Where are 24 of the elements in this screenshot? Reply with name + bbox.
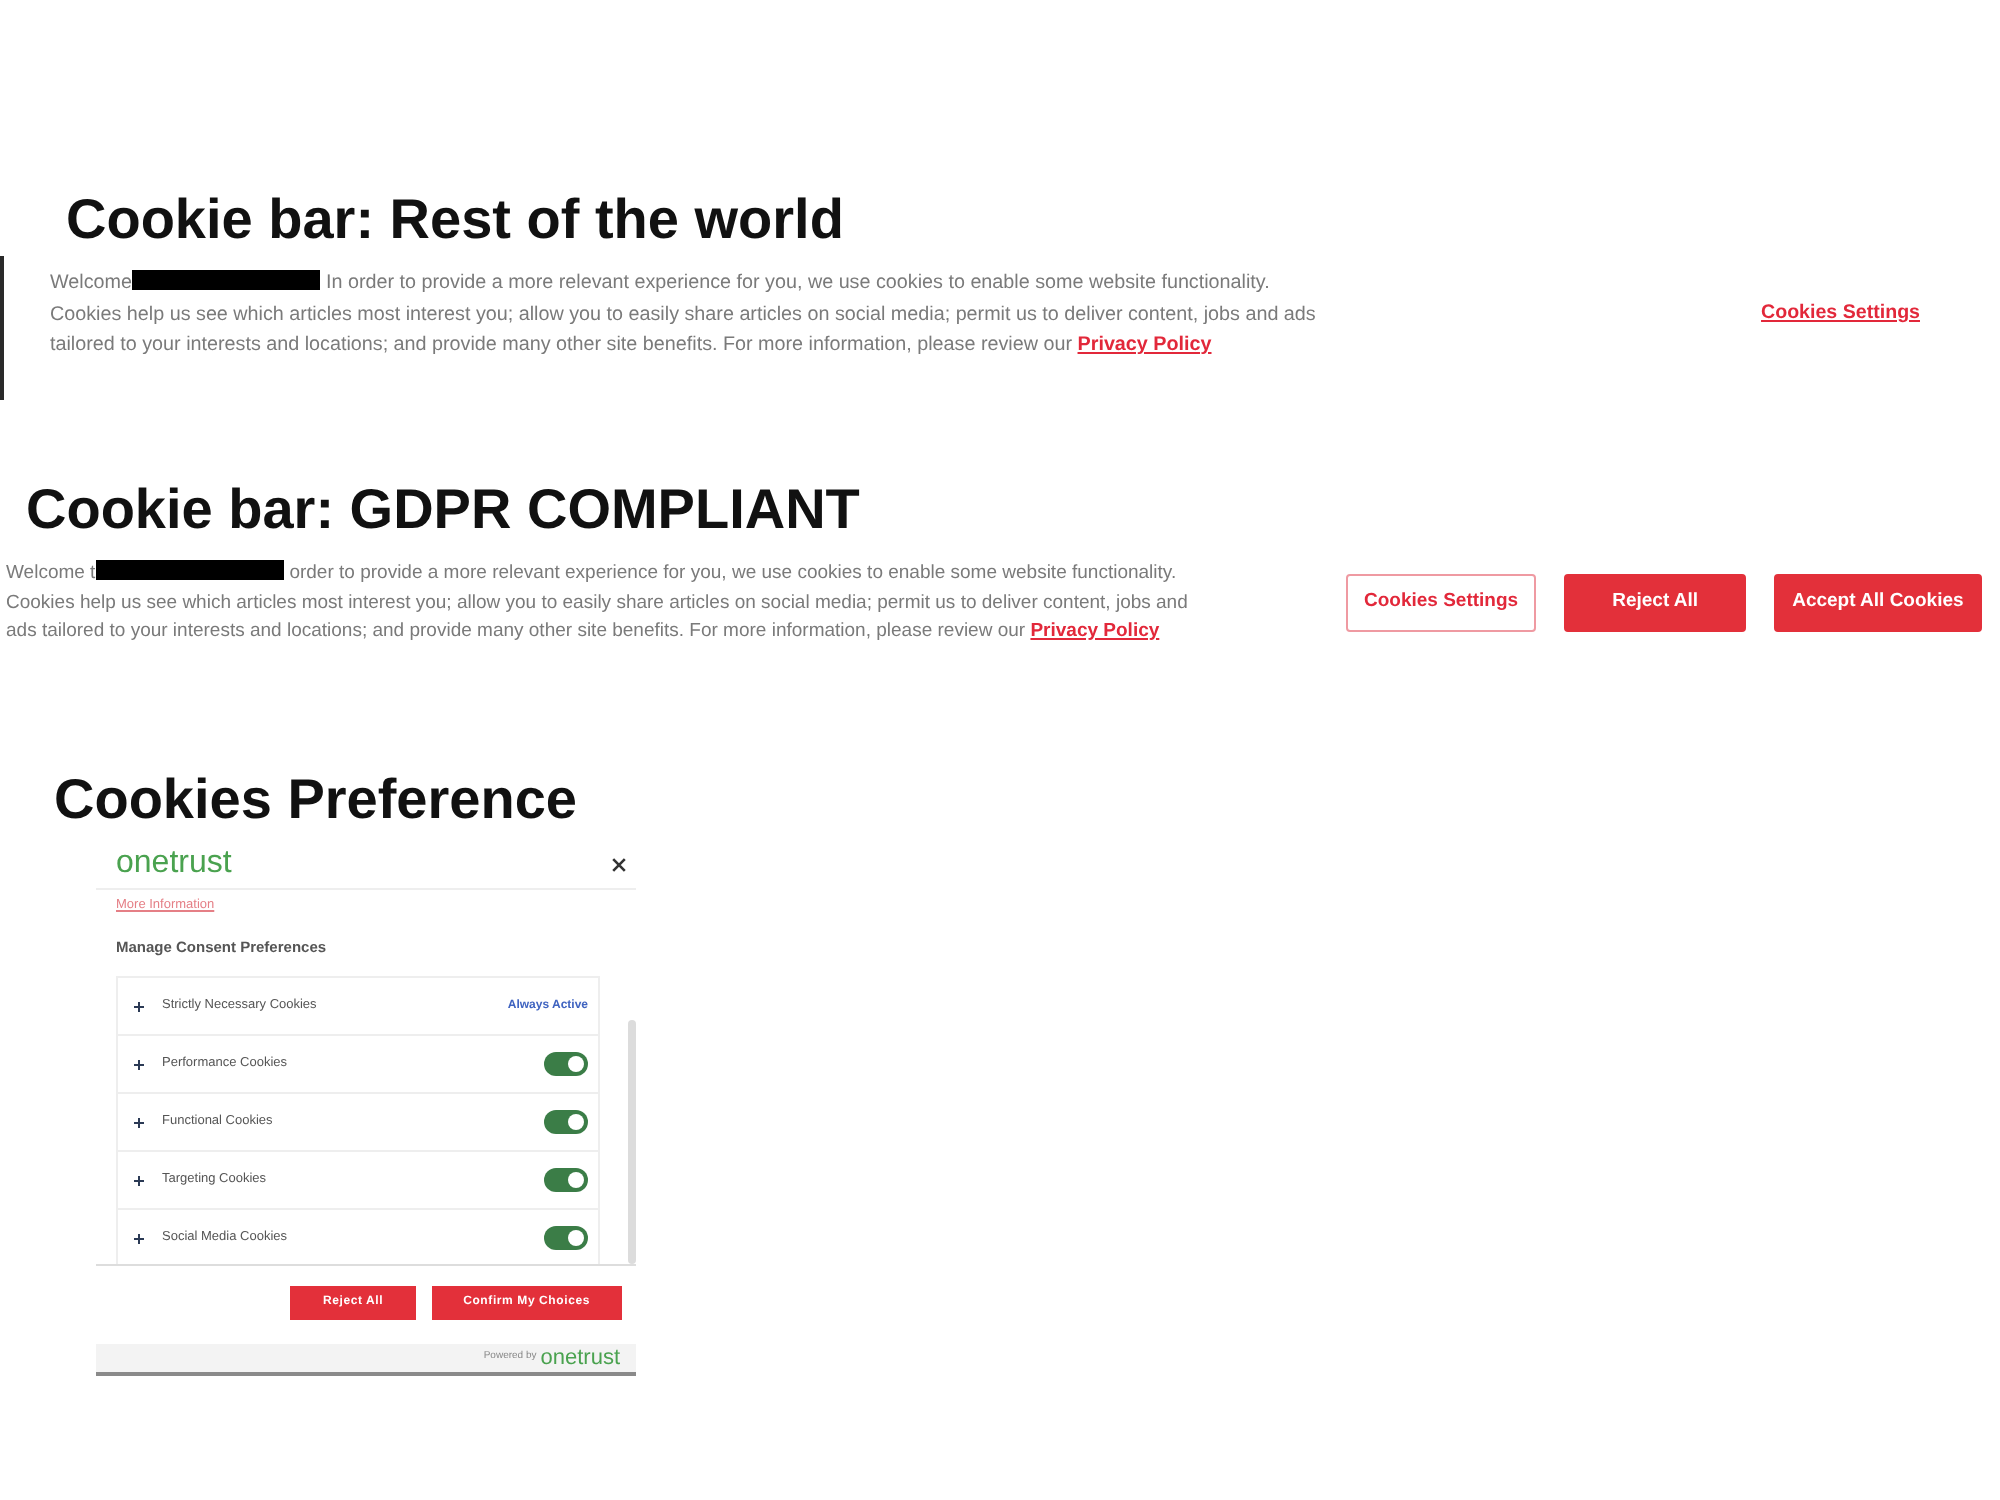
toggle-switch[interactable] [544, 1052, 588, 1076]
section-heading: Cookie bar: Rest of the world [66, 188, 844, 252]
scrollbar[interactable] [628, 1020, 636, 1264]
cookies-settings-link[interactable]: Cookies Settings [1761, 300, 1920, 330]
close-icon[interactable] [612, 857, 626, 871]
accept-all-button[interactable]: Accept All Cookies [1774, 574, 1982, 632]
cookie-message: Welcome t order to provide a more relevant experience for you, we use cookies to enable some website functionality. Cookies help us see which articles most interest you; allow you to easily share articles on social media; permit us to deliver content, jobs and ads tailored to your interests and locations; and provide many other site benefits. For more information, please review our Privacy Policy [4, 560, 1190, 646]
privacy-policy-link[interactable]: Privacy Policy [1030, 620, 1160, 642]
privacy-policy-link[interactable]: Privacy Policy [1077, 334, 1212, 356]
plus-icon[interactable] [134, 1059, 144, 1069]
brand-logo: onetrust [116, 848, 232, 880]
plus-icon[interactable] [134, 1233, 144, 1243]
plus-icon[interactable] [134, 1001, 144, 1011]
section-heading: Cookie bar: GDPR COMPLIANT [26, 478, 860, 542]
brand-logo: onetrust [540, 1346, 620, 1370]
reject-all-button[interactable]: Reject All [1564, 574, 1747, 632]
section-heading: Cookies Preference [54, 768, 577, 832]
plus-icon[interactable] [134, 1175, 144, 1185]
toggle-switch[interactable] [544, 1168, 588, 1192]
plus-icon[interactable] [134, 1117, 144, 1127]
toggle-switch[interactable] [544, 1226, 588, 1250]
cookie-message: Welcome In order to provide a more relevant experience for you, we use cookies to enable some website functionality. Cookies help us see which articles most interest you; allow you to easily share articles on social media; permit us to deliver content, jobs and ads tailored to your interests and locations; and provide many other site benefits. For more information, please review our Privacy Policy [48, 268, 1318, 360]
toggle-switch[interactable] [544, 1110, 588, 1134]
cookies-settings-button[interactable]: Cookies Settings [1346, 574, 1537, 632]
